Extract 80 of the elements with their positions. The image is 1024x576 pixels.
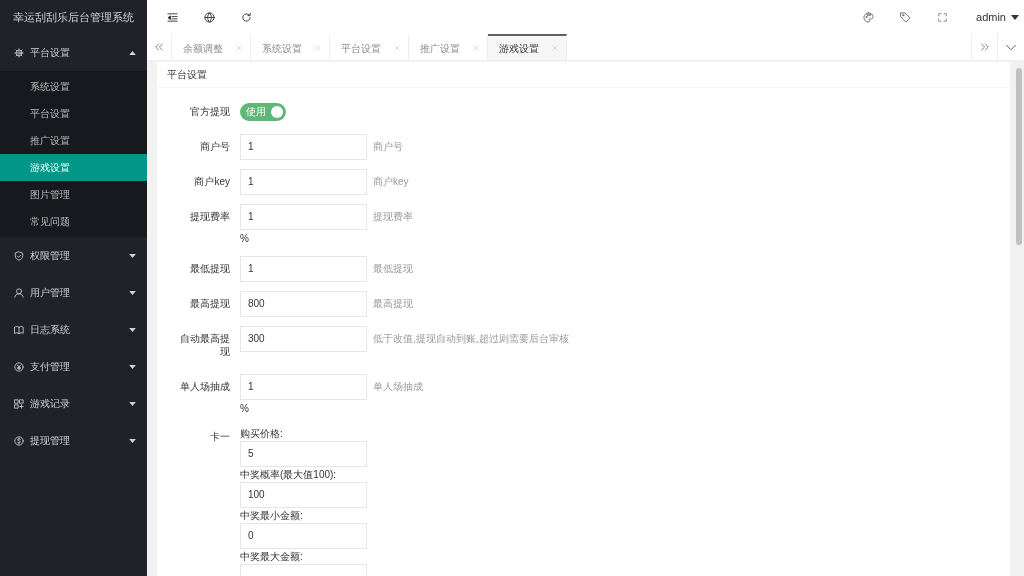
caret-up-icon [129,50,136,55]
input-field[interactable]: 1 [240,169,367,195]
sidebar-item[interactable]: 游戏记录 [0,385,147,422]
close-icon[interactable] [552,45,558,51]
help-text: 商户key [373,175,409,189]
field-label: 官方提现 [190,105,230,118]
close-icon[interactable] [236,45,242,51]
tab[interactable]: 游戏设置 [488,34,567,60]
caret-down-icon [129,364,136,369]
app-title: 幸运刮刮乐后台管理系统 [13,9,134,25]
field-label: 单人场抽成 [180,380,230,393]
palette-icon[interactable] [863,11,875,23]
help-text: 商户号 [373,140,403,154]
caret-down-icon [129,290,136,295]
unit-label: % [240,232,249,246]
submenu-item[interactable]: 平台设置 [0,100,147,127]
unit-label: % [240,402,249,416]
help-text: 最高提现 [373,297,413,311]
scrollbar-thumb[interactable] [1016,68,1022,245]
submenu-item[interactable]: 图片管理 [0,181,147,208]
caret-down-icon [129,438,136,443]
submenu-item[interactable]: 推广设置 [0,127,147,154]
help-text: 最低提现 [373,262,413,276]
submenu-item[interactable]: 常见问题 [0,208,147,235]
input-field[interactable]: 1 [240,134,367,160]
submenu-item[interactable]: 系统设置 [0,73,147,100]
yen-coin-icon [14,361,24,372]
close-icon[interactable] [315,45,321,51]
help-text: 提现费率 [373,210,413,224]
user-icon [14,287,24,298]
caret-down-icon [129,327,136,332]
field-label: 商户key [194,175,230,188]
knob-icon [271,106,283,118]
sidebar-item[interactable]: 提现管理 [0,422,147,459]
caret-down-icon [1011,14,1019,20]
chevron-down-icon [1006,43,1016,51]
close-icon[interactable] [394,45,400,51]
field-label: 提现费率 [190,210,230,223]
shield-check-icon [14,250,24,261]
field-label: 购买价格: [240,427,283,440]
input-field[interactable]: 800 [240,291,367,317]
field-label: 自动最高提现 [179,332,230,358]
field-label: 最高提现 [190,297,230,310]
refresh-icon[interactable] [241,11,252,23]
sidebar-item[interactable]: 平台设置 [0,34,147,71]
globe-icon[interactable] [204,11,215,23]
input-field[interactable]: 1 [240,256,367,282]
double-chevron-left-icon [154,42,164,52]
field-label: 最低提现 [190,262,230,275]
submenu-item[interactable]: 游戏设置 [0,154,147,181]
book-icon [14,324,24,335]
field-label: 卡一 [210,430,230,443]
caret-down-icon [129,253,136,258]
card-title: 平台设置 [167,68,207,82]
caret-down-icon [129,401,136,406]
sidebar-item[interactable]: 日志系统 [0,311,147,348]
menu-fold-icon[interactable] [167,11,178,23]
user-menu-button[interactable]: admin [961,0,1024,34]
gear-icon [14,47,24,58]
field-label: 商户号 [200,140,230,153]
close-icon[interactable] [473,45,479,51]
app-grid-icon [14,398,24,409]
input-field[interactable]: 300 [240,326,367,352]
input-field[interactable]: 1 [240,374,367,400]
double-chevron-right-icon [979,42,990,52]
sidebar-item[interactable]: 用户管理 [0,274,147,311]
sidebar-item[interactable]: 支付管理 [0,348,147,385]
input-field[interactable]: 5 [240,441,367,467]
dollar-coin-icon [14,435,24,446]
field-label: 中奖最小金额: [240,509,303,522]
help-text: 单人场抽成 [373,380,423,394]
input-field[interactable]: 0 [240,523,367,549]
help-text: 低于改值,提现自动到账,超过则需要后台审核 [373,332,569,346]
field-label: 中奖最大金额: [240,550,303,563]
sidebar-item[interactable]: 权限管理 [0,237,147,274]
fullscreen-icon[interactable] [938,12,948,22]
tag-icon[interactable] [900,11,912,23]
input-field[interactable]: 100 [240,482,367,508]
input-field[interactable]: 1 [240,204,367,230]
field-label: 中奖概率(最大值100): [240,468,337,481]
